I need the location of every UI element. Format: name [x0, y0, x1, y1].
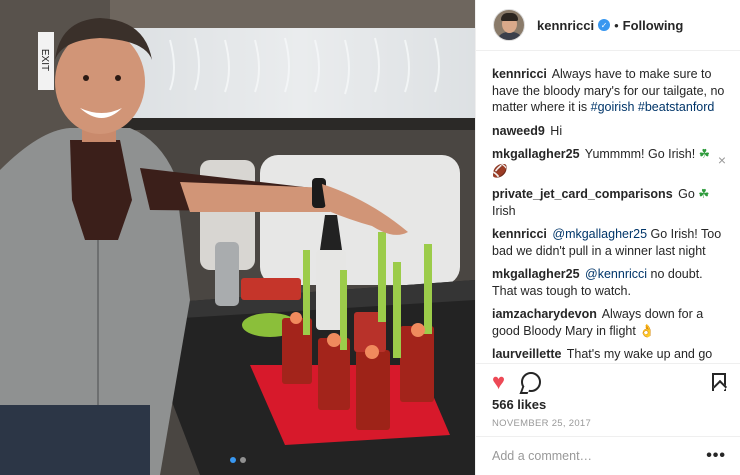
following-button[interactable]: Following	[623, 18, 684, 33]
comment-item: mkgallagher25 Yummmm! Go Irish! ☘ 🏈	[492, 146, 726, 179]
comment-username[interactable]: mkgallagher25	[492, 267, 580, 281]
comment-username[interactable]: kennricci	[492, 67, 547, 81]
carousel-indicator	[0, 457, 475, 463]
comment-item: laurveillette That's my wake up and go d…	[492, 346, 726, 363]
comment-hashtag-link[interactable]: #beatstanford	[638, 100, 714, 114]
comment-icon[interactable]	[521, 371, 542, 392]
post-date: NOVEMBER 25, 2017	[492, 418, 592, 429]
comment-text: Hi	[550, 123, 563, 138]
header-username[interactable]: kennricci	[537, 18, 594, 33]
action-bar: ♥	[476, 363, 740, 399]
comment-text: Go	[678, 187, 699, 201]
comment-username[interactable]: kennricci	[492, 227, 547, 241]
clover-emoji-icon: ☘	[698, 146, 710, 161]
clover-emoji-icon: ☘	[698, 186, 710, 201]
comment-username[interactable]: mkgallagher25	[492, 147, 580, 161]
post-header: kennricci ✓ • Following	[476, 0, 740, 51]
comment-username[interactable]: private_jet_card_comparisons	[492, 187, 673, 201]
add-comment-bar: •••	[476, 436, 740, 475]
carousel-dot[interactable]	[239, 457, 246, 463]
comment-item: naweed9 Hi	[492, 123, 726, 140]
comment-item: kennricci Always have to make sure to ha…	[492, 66, 726, 116]
football-emoji-icon: 🏈	[492, 162, 508, 178]
more-options-icon[interactable]: •••	[706, 447, 726, 465]
comments-list: kennricci Always have to make sure to ha…	[476, 51, 740, 363]
comment-hashtag-link[interactable]: @kennricci	[585, 267, 647, 281]
comment-text: Yummmm! Go Irish!	[584, 147, 699, 161]
post-photo[interactable]: EXIT	[0, 0, 475, 475]
comment-username[interactable]: laurveillette	[492, 347, 561, 361]
bookmark-icon[interactable]	[712, 372, 726, 391]
post-side-panel: kennricci ✓ • Following kennricci Always…	[475, 0, 740, 475]
carousel-dot-active[interactable]	[229, 457, 236, 463]
comment-item: iamzacharydevon Always down for a good B…	[492, 306, 726, 339]
close-icon[interactable]: ×	[718, 152, 726, 168]
comment-item: private_jet_card_comparisons Go ☘ Irish	[492, 186, 726, 219]
heart-icon[interactable]: ♥	[492, 370, 505, 393]
comment-text: Irish	[492, 203, 516, 218]
verified-badge-icon: ✓	[598, 19, 611, 31]
post-photo-illustration: EXIT	[0, 0, 475, 475]
comment-item: kennricci @mkgallagher25 Go Irish! Too b…	[492, 226, 726, 259]
comment-hashtag-link[interactable]: @mkgallagher25	[552, 227, 647, 241]
avatar[interactable]	[493, 9, 525, 41]
comment-item: mkgallagher25 @kennricci no doubt. That …	[492, 266, 726, 299]
comment-username[interactable]: iamzacharydevon	[492, 307, 597, 321]
comment-username[interactable]: naweed9	[492, 124, 545, 138]
likes-count[interactable]: 566 likes	[492, 397, 546, 412]
header-separator: •	[614, 17, 619, 33]
comment-hashtag-link[interactable]: #goirish	[591, 100, 635, 114]
add-comment-input[interactable]	[492, 449, 707, 463]
exit-sign-text: EXIT	[39, 49, 50, 71]
hand-emoji-icon: 👌	[639, 322, 655, 338]
